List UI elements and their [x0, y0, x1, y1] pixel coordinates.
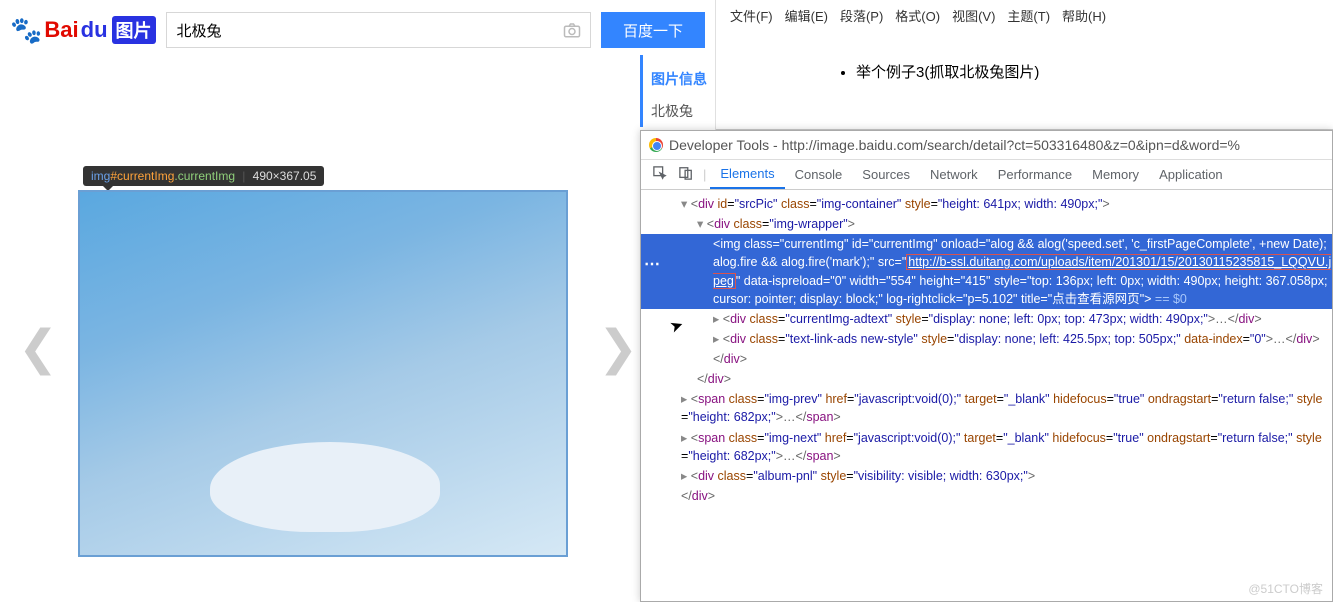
dom-node[interactable]: </div> [641, 349, 1332, 369]
dom-node[interactable]: <div class="text-link-ads new-style" sty… [641, 329, 1332, 349]
inspect-icon[interactable] [647, 162, 673, 187]
sidebar-tab-info[interactable]: 图片信息 [651, 63, 715, 95]
image-area: img#currentImg.currentImg | 490×367.05 [78, 190, 568, 557]
dom-node[interactable]: <div class="album-pnl" style="visibility… [641, 466, 1332, 486]
dom-node[interactable]: <span class="img-prev" href="javascript:… [641, 389, 1332, 427]
camera-icon[interactable] [554, 13, 590, 47]
typora-window: 文件(F) 编辑(E) 段落(P) 格式(O) 视图(V) 主题(T) 帮助(H… [716, 0, 1333, 130]
tab-network[interactable]: Network [920, 161, 988, 188]
dom-node-selected[interactable]: <img class="currentImg" id="currentImg" … [641, 234, 1332, 309]
menu-edit[interactable]: 编辑(E) [781, 4, 832, 27]
menu-theme[interactable]: 主题(T) [1003, 4, 1054, 27]
menu-view[interactable]: 视图(V) [948, 4, 999, 27]
search-box [166, 12, 591, 48]
element-tooltip: img#currentImg.currentImg | 490×367.05 [83, 166, 324, 186]
devtools-titlebar: Developer Tools - http://image.baidu.com… [641, 131, 1332, 160]
tab-console[interactable]: Console [785, 161, 853, 188]
logo-du: du [81, 17, 108, 43]
baidu-logo[interactable]: 🐾 Baidu 图片 [10, 15, 156, 46]
menu-format[interactable]: 格式(O) [891, 4, 944, 27]
tab-sources[interactable]: Sources [852, 161, 920, 188]
tab-memory[interactable]: Memory [1082, 161, 1149, 188]
baidu-header: 🐾 Baidu 图片 百度一下 [0, 0, 715, 60]
search-input[interactable] [167, 13, 554, 47]
logo-tupian: 图片 [112, 16, 156, 44]
ellipsis-icon[interactable]: ⋯ [644, 254, 660, 274]
dom-node[interactable]: <span class="img-next" href="javascript:… [641, 428, 1332, 466]
devtools-window: Developer Tools - http://image.baidu.com… [640, 130, 1333, 602]
prev-arrow-icon[interactable]: ❮ [18, 320, 58, 376]
menu-help[interactable]: 帮助(H) [1058, 4, 1110, 27]
watermark: @51CTO博客 [1248, 580, 1323, 597]
chrome-icon [649, 138, 663, 152]
menu-file[interactable]: 文件(F) [726, 4, 777, 27]
logo-bai: Bai [44, 17, 78, 43]
tab-performance[interactable]: Performance [988, 161, 1082, 188]
bullet-item: 举个例子3(抓取北极兔图片) [856, 61, 1333, 82]
dom-node[interactable]: <div id="srcPic" class="img-container" s… [641, 194, 1332, 214]
devtools-tabs: | Elements Console Sources Network Perfo… [641, 160, 1332, 190]
info-sidebar: 图片信息 北极兔 [640, 55, 715, 127]
dom-node[interactable]: <div class="currentImg-adtext" style="di… [641, 309, 1332, 329]
device-icon[interactable] [673, 162, 699, 187]
baidu-image-viewer: 🐾 Baidu 图片 百度一下 图片信息 北极兔 ❮ ❯ img#current… [0, 0, 716, 602]
menu-paragraph[interactable]: 段落(P) [836, 4, 887, 27]
typora-menubar: 文件(F) 编辑(E) 段落(P) 格式(O) 视图(V) 主题(T) 帮助(H… [716, 0, 1333, 31]
devtools-title: Developer Tools - http://image.baidu.com… [669, 137, 1240, 153]
dom-node[interactable]: </div> [641, 369, 1332, 389]
dom-node[interactable]: <div class="img-wrapper"> [641, 214, 1332, 234]
elements-panel[interactable]: <div id="srcPic" class="img-container" s… [641, 190, 1332, 510]
typora-content[interactable]: 举个例子3(抓取北极兔图片) [716, 31, 1333, 82]
tab-elements[interactable]: Elements [710, 160, 784, 189]
dom-node[interactable]: </div> [641, 486, 1332, 506]
current-image[interactable] [78, 190, 568, 557]
search-button[interactable]: 百度一下 [601, 12, 705, 48]
tab-application[interactable]: Application [1149, 161, 1233, 188]
next-arrow-icon[interactable]: ❯ [598, 320, 638, 376]
paw-icon: 🐾 [10, 15, 42, 46]
sidebar-keyword[interactable]: 北极兔 [651, 95, 715, 127]
